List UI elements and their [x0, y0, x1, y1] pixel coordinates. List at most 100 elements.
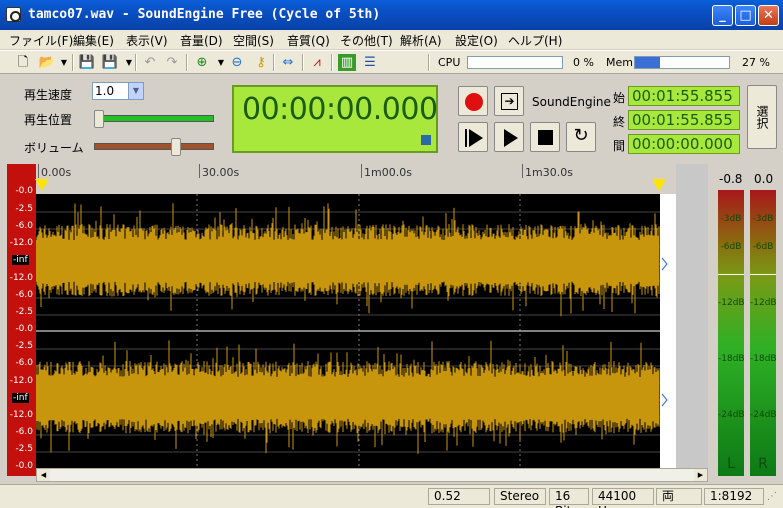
split-view-icon[interactable]: ☰ [361, 54, 379, 71]
select-button[interactable]: 選択 [747, 85, 777, 149]
ruler-label: 30.00s [202, 166, 240, 179]
ruler-label: 0.00s [41, 166, 72, 179]
new-file-icon[interactable]: 🗋 [14, 54, 32, 71]
waveform-graphic [35, 194, 660, 468]
db-tick: -6.0 [15, 427, 33, 437]
menu-other[interactable]: その他(T) [340, 32, 393, 49]
save-as-icon[interactable]: 💾 [101, 54, 119, 71]
stop-icon [538, 130, 553, 145]
close-button[interactable]: ✕ [758, 5, 779, 26]
vu-mark: -18dB [718, 354, 745, 364]
scroll-right-icon[interactable]: ▶ [694, 469, 707, 481]
status-mode: 両 [656, 488, 702, 505]
volume-slider[interactable] [94, 143, 214, 150]
speed-select[interactable]: 1.0 ▼ [92, 82, 144, 100]
start-marker[interactable] [35, 179, 49, 191]
key-icon[interactable]: ⚷ [252, 54, 270, 71]
zoom-out-icon[interactable]: ⊖ [228, 54, 246, 71]
bar-icon [465, 129, 467, 147]
vu-meter-left: -3dB -6dB -12dB -18dB -24dB L [718, 190, 745, 476]
status-duration: 0.52 sec [428, 488, 490, 508]
chevron-down-icon[interactable]: ▼ [128, 83, 143, 99]
vu-right-level: 0.0 [754, 172, 774, 186]
stop-button[interactable] [530, 122, 560, 152]
play-icon [504, 129, 518, 147]
ruler-label: 1m30.0s [525, 166, 573, 179]
waveform-right-channel [35, 340, 660, 454]
horizontal-scrollbar[interactable]: ◀ ▶ [36, 468, 708, 482]
meter-view-icon[interactable]: ▥ [338, 54, 356, 71]
vu-channel-right: R [758, 456, 768, 472]
menu-analysis[interactable]: 解析(A) [400, 32, 442, 49]
chevron-down-icon[interactable]: ▼ [55, 54, 73, 71]
vu-mark: -18dB [750, 354, 777, 364]
vu-mark: -3dB [720, 214, 742, 224]
zoom-in-icon[interactable]: ⊕ [193, 54, 211, 71]
vu-mark: -24dB [750, 410, 777, 420]
scroll-left-icon[interactable]: ◀ [37, 469, 50, 481]
resize-grip-icon[interactable]: ⋰ [767, 491, 777, 502]
maximize-button[interactable]: □ [735, 5, 756, 26]
vu-peak-line [750, 274, 776, 275]
db-tick: -0.0 [15, 461, 33, 471]
cpu-value: 0 % [573, 56, 594, 69]
save-icon[interactable]: 💾 [78, 54, 96, 71]
toolbar-separator [72, 54, 74, 71]
db-tick: -2.5 [15, 204, 33, 214]
toolbar-separator [135, 54, 137, 71]
jump-button[interactable]: ➔ [494, 86, 524, 116]
display-indicator [421, 135, 431, 145]
menu-view[interactable]: 表示(V) [126, 32, 168, 49]
db-scale: -0.0 -2.5 -6.0 -12.0 -inf -12.0 -6.0 -2.… [7, 164, 36, 476]
tone-icon[interactable]: ⩘ [308, 54, 326, 71]
play-icon [469, 129, 483, 147]
menu-bar: ファイル(F) 編集(E) 表示(V) 音量(D) 空間(S) 音質(Q) その… [0, 30, 783, 49]
mem-meter-fill [635, 57, 661, 68]
ruler-tick [38, 164, 39, 178]
play-from-start-button[interactable] [458, 122, 488, 152]
open-folder-icon[interactable]: 📂 [38, 54, 56, 71]
db-tick-inf: -inf [12, 393, 29, 403]
time-ruler[interactable]: 0.00s 30.00s 1m00.0s 1m30.0s [36, 164, 676, 194]
menu-help[interactable]: ヘルプ(H) [508, 32, 562, 49]
speed-value: 1.0 [95, 84, 115, 98]
volume-slider-thumb[interactable] [171, 138, 181, 156]
play-button[interactable] [494, 122, 524, 152]
end-time: 00:01:55.855 [628, 110, 740, 130]
position-slider-thumb[interactable] [94, 110, 104, 128]
menu-file[interactable]: ファイル(F) [9, 32, 73, 49]
menu-space[interactable]: 空間(S) [233, 32, 274, 49]
record-button[interactable] [458, 86, 488, 116]
toolbar: 🗋 📂 ▼ 💾 💾 ▼ ↶ ↷ ⊕ ▼ ⊖ ⚷ ⇔ ⩘ ▥ ☰ CPU 0 % … [0, 50, 783, 74]
engine-label: SoundEngine [532, 95, 611, 109]
menu-volume[interactable]: 音量(D) [180, 32, 223, 49]
status-rate: 44100 Hz [592, 488, 654, 508]
db-tick: -0.0 [15, 186, 33, 196]
vu-mark: -3dB [752, 214, 774, 224]
status-bits: 16 Bit [549, 488, 589, 508]
db-tick: -6.0 [15, 290, 33, 300]
minimize-button[interactable]: _ [712, 5, 733, 26]
waveform-view[interactable] [35, 194, 660, 468]
ruler-tick [361, 164, 362, 178]
waveform-left-channel [35, 203, 660, 317]
cpu-meter [467, 56, 563, 69]
waveform-end-mark [661, 257, 668, 407]
vu-mark: -12dB [718, 298, 745, 308]
record-icon [465, 93, 483, 111]
fit-width-icon[interactable]: ⇔ [279, 54, 297, 71]
loop-button[interactable]: ↻ [566, 122, 596, 152]
vu-left-level: -0.8 [719, 172, 743, 186]
redo-icon[interactable]: ↷ [163, 54, 181, 71]
end-marker[interactable] [652, 179, 666, 191]
current-time: 00:00:00.000 [242, 92, 438, 127]
menu-settings[interactable]: 設定(O) [455, 32, 498, 49]
app-icon[interactable] [6, 7, 21, 22]
undo-icon[interactable]: ↶ [141, 54, 159, 71]
menu-quality[interactable]: 音質(Q) [287, 32, 330, 49]
loop-icon: ↻ [573, 125, 589, 146]
position-slider[interactable] [94, 115, 214, 122]
db-tick: -12.0 [9, 238, 33, 248]
playback-controls: 再生速度 1.0 ▼ 再生位置 ボリューム [12, 78, 223, 158]
menu-edit[interactable]: 編集(E) [73, 32, 114, 49]
